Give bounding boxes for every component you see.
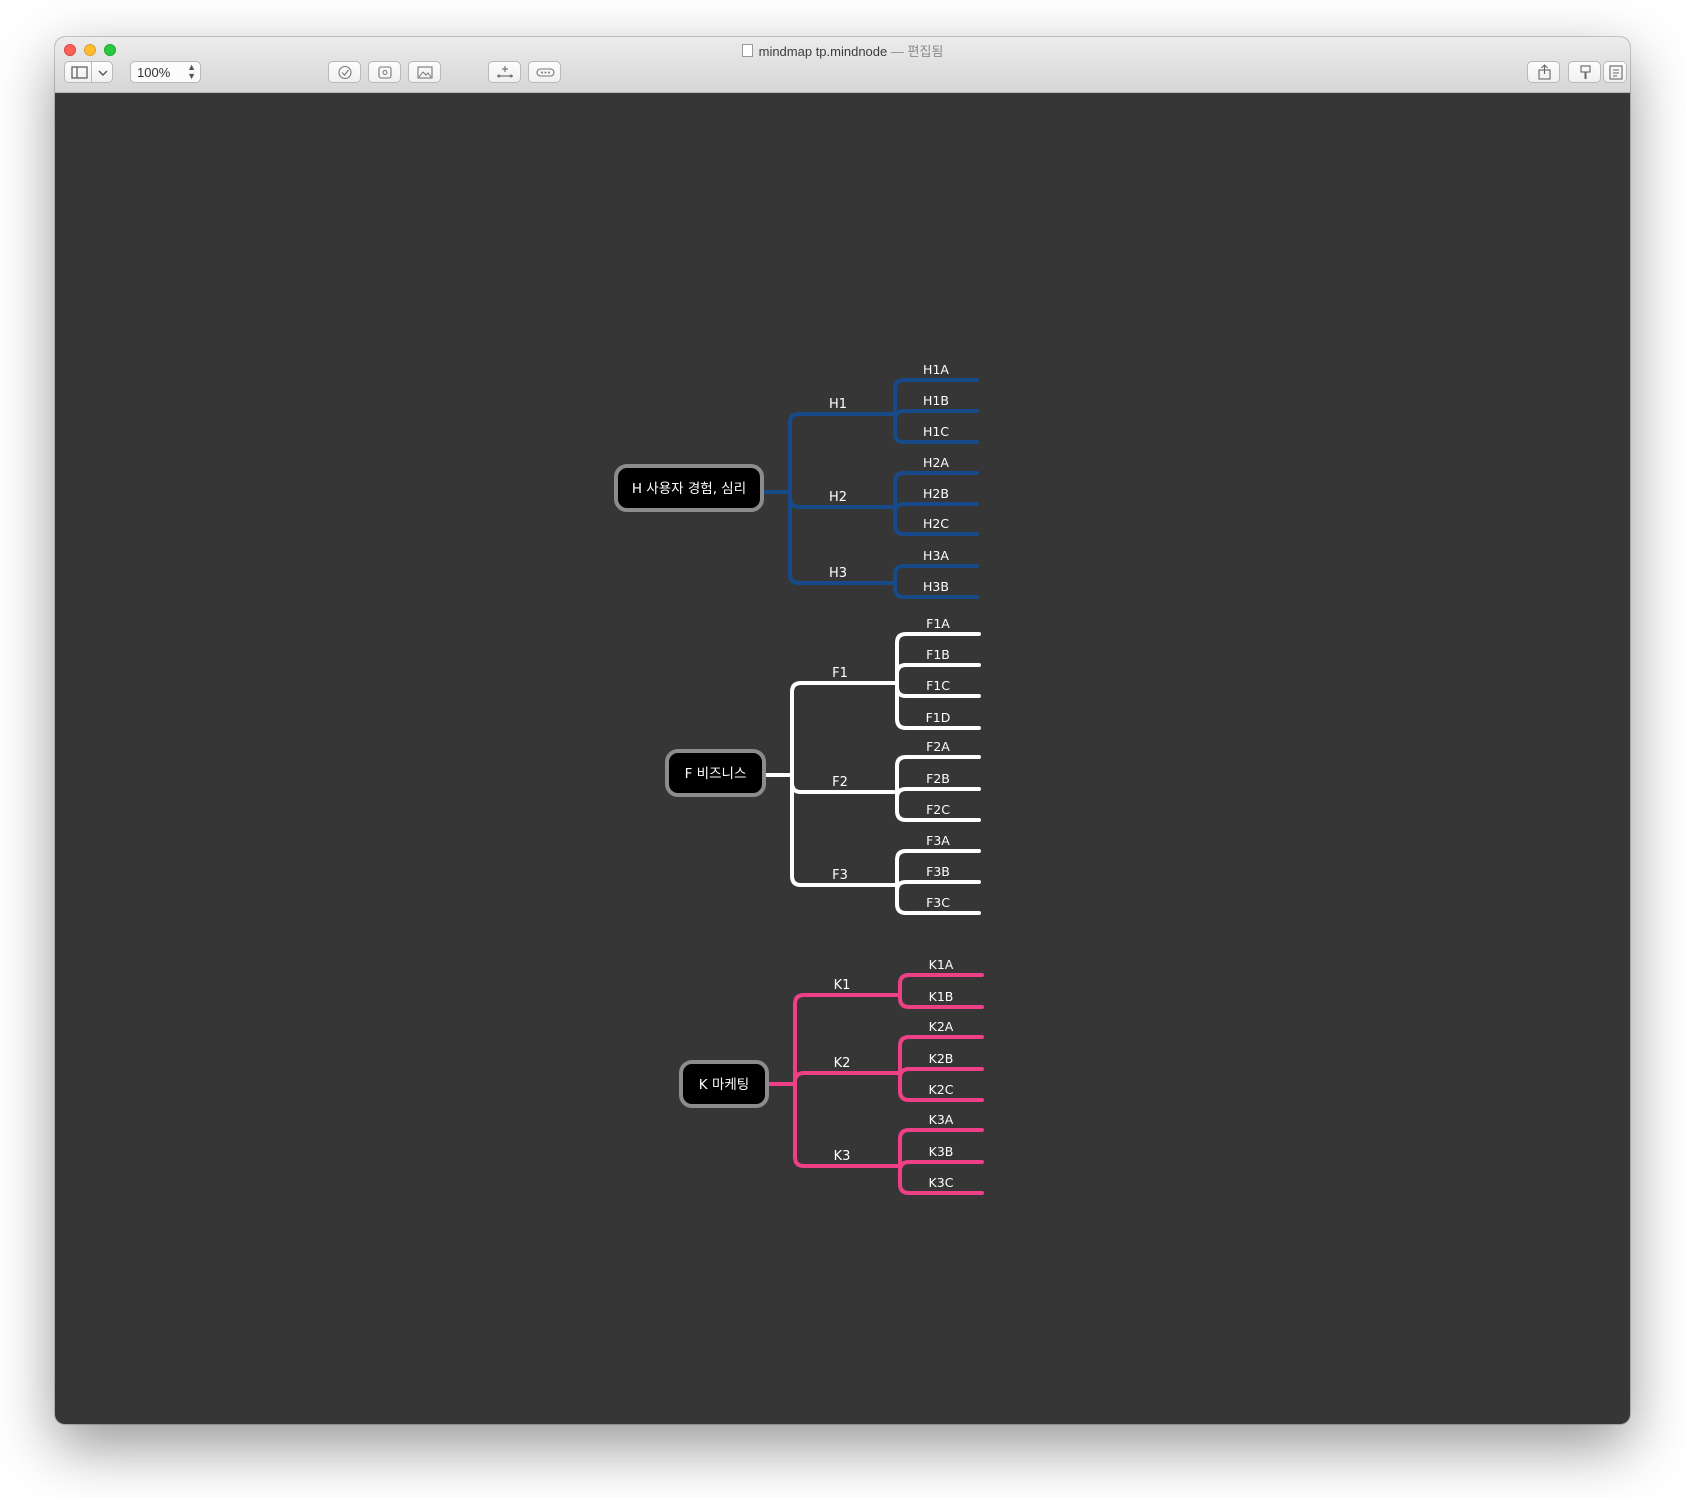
leaf-node-h1c[interactable]: H1C xyxy=(923,424,949,439)
leaf-node-k1a[interactable]: K1A xyxy=(929,957,954,972)
paintbrush-icon xyxy=(1580,65,1591,79)
window-title: mindmap tp.mindnode — 편집됨 xyxy=(55,41,1630,60)
share-button[interactable] xyxy=(1527,61,1560,83)
app-window: mindmap tp.mindnode — 편집됨 100% ▲ ▼ H1 H1… xyxy=(55,37,1630,1424)
title-bar: mindmap tp.mindnode — 편집됨 100% ▲ ▼ xyxy=(55,37,1630,93)
leaf-node-h2b[interactable]: H2B xyxy=(923,486,949,501)
title-separator: — xyxy=(890,44,904,59)
add-node-icon xyxy=(497,66,513,78)
leaf-node-h3a[interactable]: H3A xyxy=(923,548,949,563)
image-icon xyxy=(417,66,433,79)
chevron-down-icon xyxy=(98,70,108,76)
notes-button[interactable] xyxy=(1603,61,1627,83)
leaf-node-k3c[interactable]: K3C xyxy=(929,1175,954,1190)
connect-button[interactable] xyxy=(528,61,561,83)
subtopic-node-k2[interactable]: K2 xyxy=(834,1056,851,1071)
subtopic-node-h2[interactable]: H2 xyxy=(829,490,847,505)
leaf-node-f1a[interactable]: F1A xyxy=(926,616,950,631)
leaf-node-f2a[interactable]: F2A xyxy=(926,739,950,754)
leaf-node-f1b[interactable]: F1B xyxy=(926,647,950,662)
leaf-node-h3b[interactable]: H3B xyxy=(923,579,949,594)
subtopic-node-k1[interactable]: K1 xyxy=(834,978,851,993)
subtopic-node-h3[interactable]: H3 xyxy=(829,566,847,581)
leaf-node-k2c[interactable]: K2C xyxy=(929,1082,954,1097)
leaf-connector xyxy=(895,880,981,892)
subtopic-node-f1[interactable]: F1 xyxy=(832,666,848,681)
format-button[interactable] xyxy=(1568,61,1601,83)
subtopic-node-k3[interactable]: K3 xyxy=(834,1149,851,1164)
subtopic-node-h1[interactable]: H1 xyxy=(829,397,847,412)
checkmark-circle-icon xyxy=(338,65,352,80)
leaf-node-f1d[interactable]: F1D xyxy=(926,710,951,725)
leaf-node-h1a[interactable]: H1A xyxy=(923,362,949,377)
branch-connector xyxy=(788,412,897,494)
leaf-node-f2b[interactable]: F2B xyxy=(926,771,950,786)
branch-connector xyxy=(790,681,899,777)
add-node-button[interactable] xyxy=(488,61,521,83)
sticker-button[interactable] xyxy=(368,61,401,83)
leaf-node-k3b[interactable]: K3B xyxy=(929,1144,954,1159)
leaf-node-k3a[interactable]: K3A xyxy=(929,1112,954,1127)
leaf-node-f2c[interactable]: F2C xyxy=(926,802,950,817)
mindmap-canvas[interactable]: H1 H1A H1B H1C H2 H2A H2B H2C H3 H3A H3B H 사용자 경험, … xyxy=(55,93,1630,1424)
leaf-node-k2a[interactable]: K2A xyxy=(929,1019,954,1034)
root-node-label[interactable]: F 비즈니스 xyxy=(685,766,747,782)
subtopic-node-f2[interactable]: F2 xyxy=(832,775,848,790)
leaf-connector xyxy=(893,409,979,421)
sticker-icon xyxy=(378,66,392,79)
branch-connector xyxy=(793,1071,902,1086)
leaf-connector xyxy=(898,1160,984,1172)
leaf-node-f1c[interactable]: F1C xyxy=(926,678,950,693)
leaf-node-k2b[interactable]: K2B xyxy=(929,1051,954,1066)
sidebar-icon xyxy=(71,66,88,79)
mindmap-svg: H1 H1A H1B H1C H2 H2A H2B H2C H3 H3A H3B H 사용자 경험, … xyxy=(614,362,984,1195)
share-icon xyxy=(1538,64,1551,80)
sidebar-menu-button[interactable] xyxy=(91,61,113,83)
zoom-stepper-icon[interactable]: ▲ ▼ xyxy=(187,63,196,81)
sidebar-toggle-button[interactable] xyxy=(64,61,92,83)
edit-status: 편집됨 xyxy=(907,44,944,59)
subtopic-node-f3[interactable]: F3 xyxy=(832,868,848,883)
leaf-node-f3c[interactable]: F3C xyxy=(926,895,950,910)
leaf-node-h1b[interactable]: H1B xyxy=(923,393,949,408)
connection-icon xyxy=(536,68,555,77)
leaf-connector xyxy=(893,502,979,514)
root-node-label[interactable]: H 사용자 경험, 심리 xyxy=(632,481,746,497)
zoom-field[interactable]: 100% ▲ ▼ xyxy=(130,61,201,83)
leaf-node-f3b[interactable]: F3B xyxy=(926,864,950,879)
image-button[interactable] xyxy=(408,61,441,83)
leaf-connector xyxy=(898,1067,984,1079)
task-button[interactable] xyxy=(328,61,361,83)
leaf-connector xyxy=(895,787,981,799)
document-name: mindmap tp.mindnode xyxy=(758,44,888,59)
leaf-node-h2a[interactable]: H2A xyxy=(923,455,949,470)
leaf-node-k1b[interactable]: K1B xyxy=(929,989,954,1004)
leaf-node-h2c[interactable]: H2C xyxy=(923,516,949,531)
document-icon xyxy=(741,44,753,57)
root-node-label[interactable]: K 마케팅 xyxy=(699,1077,749,1093)
zoom-value: 100% xyxy=(137,65,171,80)
notes-icon xyxy=(1609,65,1623,80)
leaf-node-f3a[interactable]: F3A xyxy=(926,833,950,848)
